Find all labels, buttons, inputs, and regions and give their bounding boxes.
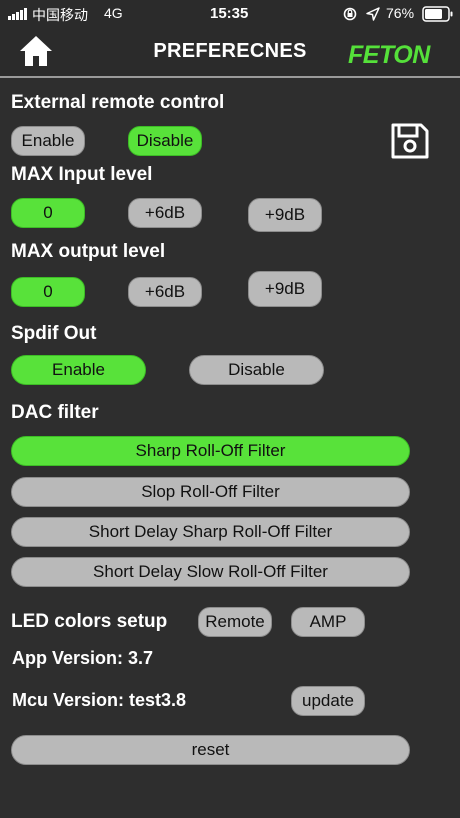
battery-icon — [422, 6, 453, 22]
dac-filter-short-delay-sharp[interactable]: Short Delay Sharp Roll-Off Filter — [11, 517, 410, 547]
spdif-enable-button[interactable]: Enable — [11, 355, 146, 385]
max-output-option-6db[interactable]: +6dB — [128, 277, 202, 307]
max-input-label: MAX Input level — [11, 164, 153, 185]
external-remote-label: External remote control — [11, 92, 225, 113]
network-type: 4G — [104, 5, 123, 21]
spdif-disable-button[interactable]: Disable — [189, 355, 324, 385]
battery-percent: 76% — [386, 5, 415, 21]
location-arrow-icon — [366, 7, 380, 21]
max-output-label: MAX output level — [11, 241, 166, 262]
max-input-option-6db[interactable]: +6dB — [128, 198, 202, 228]
carrier-name: 中国移动 — [32, 7, 88, 23]
external-remote-disable-button[interactable]: Disable — [128, 126, 202, 156]
feton-logo: FETON — [344, 38, 448, 70]
led-amp-button[interactable]: AMP — [291, 607, 365, 637]
max-input-option-9db[interactable]: +9dB — [248, 198, 322, 232]
dac-filter-slop-roll-off[interactable]: Slop Roll-Off Filter — [11, 477, 410, 507]
svg-text:FETON: FETON — [348, 41, 431, 69]
signal-icon — [8, 8, 28, 20]
lock-rotation-icon — [343, 7, 357, 21]
dac-filter-sharp-roll-off[interactable]: Sharp Roll-Off Filter — [11, 436, 410, 466]
dac-filter-short-delay-slow[interactable]: Short Delay Slow Roll-Off Filter — [11, 557, 410, 587]
feton-logo-mark: FETON — [348, 41, 432, 69]
spdif-label: Spdif Out — [11, 323, 97, 344]
update-button[interactable]: update — [291, 686, 365, 716]
max-output-option-0[interactable]: 0 — [11, 277, 85, 307]
header-divider — [0, 76, 460, 78]
mcu-version: Mcu Version: test3.8 — [12, 690, 187, 710]
external-remote-enable-button[interactable]: Enable — [11, 126, 85, 156]
led-colors-label: LED colors setup — [11, 611, 168, 632]
dac-filter-label: DAC filter — [11, 402, 99, 423]
save-icon[interactable] — [390, 122, 430, 160]
max-input-option-0[interactable]: 0 — [11, 198, 85, 228]
app-version: App Version: 3.7 — [12, 648, 154, 668]
led-remote-button[interactable]: Remote — [198, 607, 272, 637]
clock: 15:35 — [210, 5, 249, 22]
max-output-option-9db[interactable]: +9dB — [248, 271, 322, 307]
reset-button[interactable]: reset — [11, 735, 410, 765]
